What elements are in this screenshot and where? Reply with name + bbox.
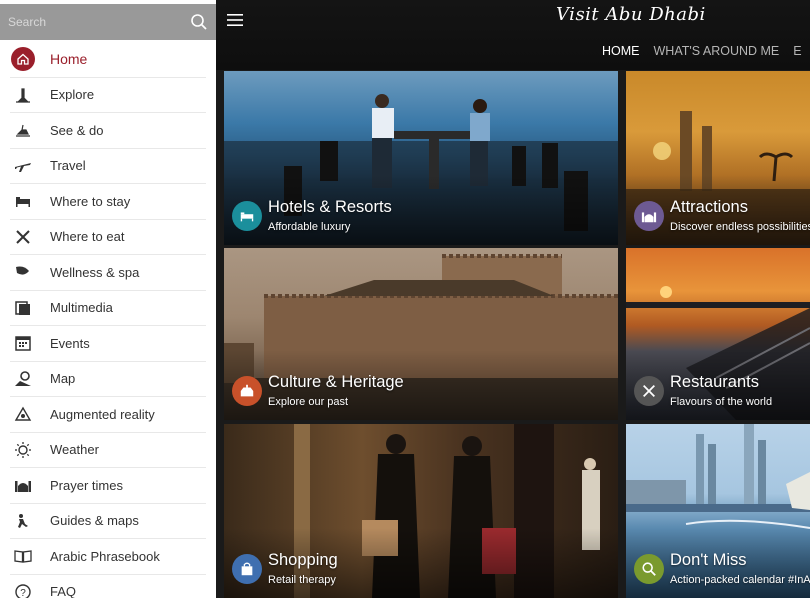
- mosque-icon: [10, 472, 36, 498]
- hamburger-menu-icon[interactable]: [226, 12, 244, 28]
- sidebar-item-label: Where to stay: [50, 193, 131, 209]
- question-icon: ?: [10, 579, 36, 598]
- sidebar: Home Explore See & do Travel: [0, 0, 216, 598]
- tile-title: Don't Miss: [670, 551, 747, 569]
- leaf-icon: [10, 259, 36, 285]
- sidebar-item-multimedia[interactable]: Multimedia: [10, 291, 206, 326]
- brand-logo: Visit Abu Dhabi: [556, 4, 706, 25]
- magnifier-icon: [642, 562, 656, 576]
- sidebar-item-label: Wellness & spa: [50, 264, 140, 280]
- svg-text:?: ?: [20, 588, 26, 598]
- bed-icon: [10, 188, 36, 214]
- top-header: Visit Abu Dhabi HOME WHAT'S AROUND ME E: [216, 0, 810, 70]
- sidebar-item-prayer-times[interactable]: Prayer times: [10, 468, 206, 504]
- multimedia-icon: [10, 295, 36, 321]
- restaurants-badge: [634, 376, 664, 406]
- sun-icon: [10, 437, 36, 463]
- sidebar-item-arabic-phrasebook[interactable]: Arabic Phrasebook: [10, 539, 206, 575]
- tile-restaurants[interactable]: Restaurants Flavours of the world: [626, 248, 810, 420]
- tile-title: Shopping: [268, 551, 338, 569]
- sidebar-item-label: Home: [50, 51, 88, 68]
- sidebar-item-wellness-spa[interactable]: Wellness & spa: [10, 255, 206, 291]
- sidebar-item-label: Weather: [50, 442, 99, 458]
- dont-miss-badge: [634, 554, 664, 584]
- sidebar-item-label: FAQ: [50, 584, 77, 598]
- sidebar-item-label: Arabic Phrasebook: [50, 548, 160, 564]
- map-icon: [10, 366, 36, 392]
- shopping-bag-icon: [241, 562, 253, 576]
- tile-shopping[interactable]: Shopping Retail therapy: [224, 424, 618, 598]
- sidebar-item-home[interactable]: Home: [10, 42, 206, 78]
- tile-subtitle: Discover endless possibilities: [670, 221, 810, 233]
- fork-knife-icon: [10, 224, 36, 250]
- search-bar: [0, 4, 216, 40]
- sidebar-item-explore[interactable]: Explore: [10, 78, 206, 113]
- fort-icon: [240, 384, 254, 397]
- tile-subtitle: Affordable luxury: [268, 221, 351, 233]
- tile-culture-heritage[interactable]: Culture & Heritage Explore our past: [224, 248, 618, 420]
- sidebar-item-see-do[interactable]: See & do: [10, 113, 206, 149]
- sidebar-item-label: Explore: [50, 87, 95, 103]
- sidebar-item-travel[interactable]: Travel: [10, 149, 206, 184]
- ar-icon: [10, 401, 36, 427]
- tab-events[interactable]: E: [793, 44, 801, 58]
- see-do-icon: [10, 117, 36, 143]
- attractions-badge: [634, 201, 664, 231]
- explore-icon: [10, 82, 36, 108]
- sidebar-item-label: Augmented reality: [50, 406, 155, 422]
- fork-knife-icon: [643, 385, 655, 397]
- sidebar-item-label: Events: [50, 335, 90, 351]
- sidebar-item-where-to-stay[interactable]: Where to stay: [10, 184, 206, 220]
- tile-title: Culture & Heritage: [268, 373, 404, 391]
- guides-icon: [10, 508, 36, 534]
- sidebar-item-label: Guides & maps: [50, 513, 139, 529]
- sidebar-item-weather[interactable]: Weather: [10, 433, 206, 468]
- sidebar-item-label: See & do: [50, 122, 104, 138]
- tile-subtitle: Explore our past: [268, 396, 349, 408]
- sidebar-item-guides-maps[interactable]: Guides & maps: [10, 504, 206, 539]
- search-icon[interactable]: [190, 13, 208, 31]
- hotels-badge: [232, 201, 262, 231]
- book-icon: [10, 543, 36, 569]
- sidebar-item-label: Multimedia: [50, 300, 113, 316]
- sidebar-item-label: Travel: [50, 158, 86, 174]
- sidebar-item-faq[interactable]: ? FAQ: [10, 575, 206, 598]
- culture-badge: [232, 376, 262, 406]
- tile-title: Restaurants: [670, 373, 759, 391]
- top-tabs: HOME WHAT'S AROUND ME E: [602, 44, 802, 58]
- tile-attractions[interactable]: Attractions Discover endless possibiliti…: [626, 71, 810, 245]
- sidebar-item-label: Where to eat: [50, 229, 125, 245]
- sidebar-item-label: Map: [50, 371, 76, 387]
- tile-title: Hotels & Resorts: [268, 198, 392, 216]
- sidebar-item-augmented-reality[interactable]: Augmented reality: [10, 397, 206, 433]
- tile-dont-miss[interactable]: Don't Miss Action-packed calendar #InAb: [626, 424, 810, 598]
- sidebar-item-events[interactable]: Events: [10, 326, 206, 362]
- bed-icon: [240, 212, 254, 222]
- search-input[interactable]: [0, 4, 180, 40]
- tab-whats-around-me[interactable]: WHAT'S AROUND ME: [654, 44, 780, 58]
- mosque-icon: [641, 212, 657, 223]
- airplane-icon: [10, 153, 36, 179]
- tile-subtitle: Flavours of the world: [670, 396, 773, 408]
- tile-subtitle: Action-packed calendar #InAb: [670, 574, 810, 586]
- tile-subtitle: Retail therapy: [268, 574, 336, 586]
- sidebar-item-label: Prayer times: [50, 477, 123, 493]
- tab-home[interactable]: HOME: [602, 44, 640, 58]
- app-root: Home Explore See & do Travel: [0, 0, 810, 598]
- calendar-icon: [10, 330, 36, 356]
- sidebar-item-map[interactable]: Map: [10, 362, 206, 397]
- home-icon: [10, 46, 36, 72]
- tile-hotels-resorts[interactable]: Hotels & Resorts Affordable luxury: [224, 71, 618, 245]
- nav-list: Home Explore See & do Travel Where to st…: [0, 42, 216, 598]
- sidebar-item-where-to-eat[interactable]: Where to eat: [10, 220, 206, 255]
- tile-title: Attractions: [670, 198, 748, 216]
- shopping-badge: [232, 554, 262, 584]
